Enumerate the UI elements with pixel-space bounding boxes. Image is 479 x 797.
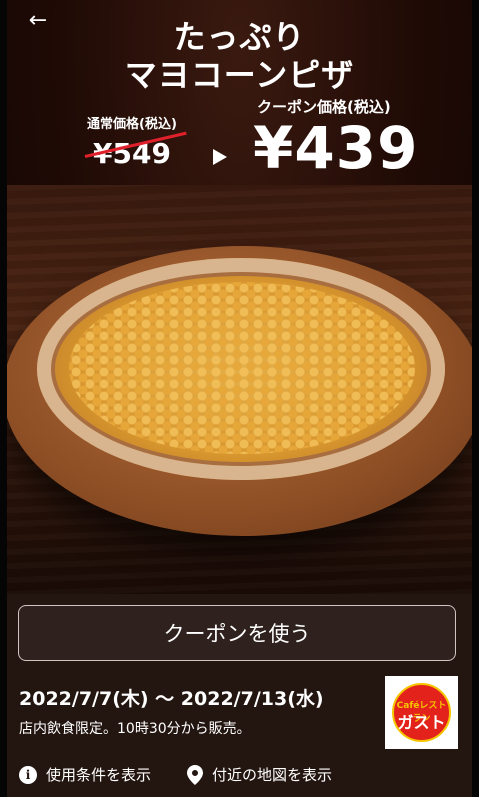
logo-main-text: ガスト	[397, 713, 446, 732]
map-link[interactable]: 付近の地図を表示	[187, 764, 332, 785]
map-link-label: 付近の地図を表示	[212, 766, 333, 784]
arrow-right-icon	[213, 149, 227, 165]
coupon-page: ← たっぷり マヨコーンピザ 通常価格(税込) ¥549 クーポン価格(税込) …	[0, 0, 479, 797]
corn-topping	[69, 282, 415, 454]
logo-circle: Caféレストラン ガスト	[392, 683, 451, 742]
coupon-price: ¥439	[253, 114, 419, 182]
title-line-2: マヨコーンピザ	[124, 56, 355, 94]
gusto-logo: Caféレストラン ガスト	[385, 676, 458, 749]
coupon-info-panel: クーポンを使う 2022/7/7(木) 〜 2022/7/13(水) 店内飲食限…	[7, 594, 472, 797]
use-coupon-button[interactable]: クーポンを使う	[18, 605, 456, 661]
right-edge	[472, 0, 479, 797]
validity-dates: 2022/7/7(木) 〜 2022/7/13(水)	[19, 688, 324, 710]
pizza-hero-image: ← たっぷり マヨコーンピザ 通常価格(税込) ¥549 クーポン価格(税込) …	[7, 0, 472, 594]
coupon-note: 店内飲食限定。10時30分から販売。	[19, 721, 251, 737]
location-pin-icon	[187, 764, 203, 785]
regular-price-label: 通常価格(税込)	[87, 117, 177, 132]
info-icon: i	[19, 765, 37, 784]
terms-link[interactable]: i 使用条件を表示	[19, 764, 151, 785]
left-edge	[0, 0, 7, 797]
terms-link-label: 使用条件を表示	[46, 766, 152, 784]
regular-price: ¥549	[93, 137, 171, 170]
